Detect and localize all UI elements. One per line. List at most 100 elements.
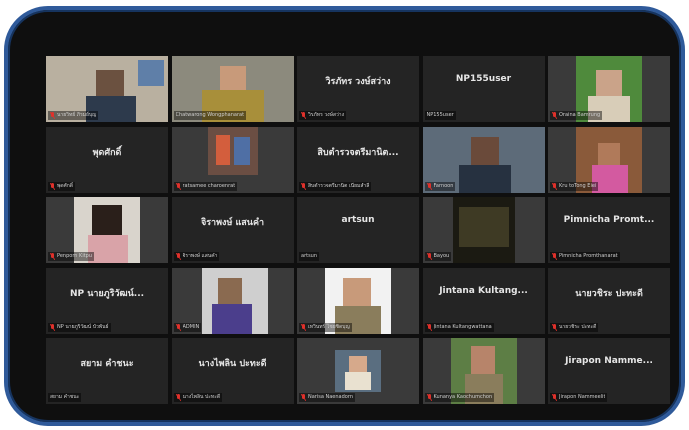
- participant-name: ratsamee charoenrat: [182, 182, 236, 189]
- participant-display-name: Pimnicha Promt...: [563, 215, 655, 225]
- participant-display-name: Jintana Kultang...: [439, 285, 528, 296]
- participant-tile[interactable]: Kru toTong Eiei: [548, 126, 670, 193]
- microphone-muted-icon: [426, 182, 432, 190]
- participant-name-label: จิราพงษ์ แสนคำ: [173, 252, 220, 261]
- participant-tile[interactable]: นายวิทย์ ภิรมย์บุญ: [46, 56, 168, 122]
- participant-video: [470, 346, 495, 374]
- participant-name-label: นางไพลิน ปะทะดี: [173, 393, 223, 402]
- participant-name: วิรภัทร วงษ์สว่าง: [308, 112, 345, 118]
- participant-name: Bayou: [433, 253, 450, 259]
- participant-display-name: NP นายภูริวัฒน์...: [69, 288, 145, 299]
- microphone-muted-icon: [301, 182, 306, 190]
- participant-name-label: Narisa Naenadorn: [299, 393, 355, 402]
- microphone-muted-icon: [426, 394, 432, 401]
- participant-tile[interactable]: artsun artsun: [297, 197, 419, 263]
- microphone-muted-icon: [301, 323, 306, 331]
- participant-tile[interactable]: Pimnicha Promt... Pimnicha Promthanarat: [548, 197, 670, 263]
- participant-name: Farnoon: [433, 182, 454, 189]
- participant-tile[interactable]: สิบตำรวจตรีมานิต... สิบตำรวจตรีมานิต เนีย…: [297, 126, 419, 193]
- participant-name: ADMIN: [182, 323, 200, 330]
- participant-video: [215, 134, 230, 165]
- microphone-muted-icon: [426, 323, 432, 331]
- participant-tile[interactable]: เทวินทร์ ไชยชิดบุญ: [297, 267, 419, 334]
- participant-tile[interactable]: ratsamee charoenrat: [171, 126, 294, 193]
- participant-name-label: Oraina Bamrung: [550, 111, 603, 120]
- participant-tile[interactable]: Farnoon: [422, 126, 545, 193]
- participant-name: NP155user: [426, 112, 454, 118]
- participant-display-name: Jirapon Namme...: [565, 356, 653, 366]
- participant-name: Oraina Bamrung: [559, 112, 601, 118]
- participant-video: [345, 372, 371, 390]
- participant-name: Jintana Kultangwattana: [433, 323, 492, 330]
- participant-video: [596, 70, 622, 98]
- participant-name: artsun: [301, 253, 318, 259]
- participant-name-label: Chatwarong Wongphanarat: [173, 111, 247, 120]
- microphone-muted-icon: [50, 112, 55, 119]
- participant-name-label: Kru toTong Eiei: [550, 181, 599, 191]
- participant-video: [92, 205, 122, 237]
- participant-name-label: Bayou: [424, 252, 452, 261]
- participant-name-label: Penporn Kitpu: [48, 252, 95, 261]
- participant-name: Penporn Kitpu: [57, 253, 93, 259]
- microphone-muted-icon: [50, 253, 55, 260]
- participant-tile[interactable]: NP นายภูริวัฒน์... NP นายภูริวัฒน์ บัวพัน…: [46, 267, 168, 334]
- participant-name: Jirapon Nammeelit: [559, 394, 606, 400]
- participant-tile[interactable]: Penporn Kitpu: [46, 197, 168, 263]
- microphone-muted-icon: [175, 323, 181, 331]
- participant-name-label: Pimnicha Promthanarat: [550, 252, 620, 261]
- participant-tile[interactable]: Chatwarong Wongphanarat: [171, 56, 294, 122]
- participant-video: [211, 303, 252, 334]
- participant-tile[interactable]: Jintana Kultang... Jintana Kultangwattana: [422, 267, 545, 334]
- participant-name-label: Kunanya Kaochumchon: [424, 393, 495, 402]
- participant-display-name: วิรภัทร วงษ์สว่าง: [325, 77, 391, 87]
- participant-name-label: เทวินทร์ ไชยชิดบุญ: [299, 322, 352, 332]
- participant-name-label: พุดศักดิ์: [48, 181, 75, 191]
- participant-name-label: นายวชิระ ปะทะดี: [550, 322, 599, 332]
- microphone-muted-icon: [175, 253, 181, 260]
- participant-display-name: พุดศักดิ์: [92, 147, 122, 158]
- participant-name: พุดศักดิ์: [57, 182, 73, 189]
- participant-name: เทวินทร์ ไชยชิดบุญ: [308, 323, 350, 330]
- participant-name: สิบตำรวจตรีมานิต เนียมสำลี: [308, 182, 370, 189]
- microphone-muted-icon: [301, 394, 306, 401]
- participant-tile[interactable]: นายวชิระ ปะทะดี นายวชิระ ปะทะดี: [548, 267, 670, 334]
- microphone-muted-icon: [50, 323, 55, 331]
- participant-name-label: Jintana Kultangwattana: [424, 322, 494, 332]
- participant-name-label: Farnoon: [424, 181, 456, 191]
- participant-tile[interactable]: จิราพงษ์ แสนคำ จิราพงษ์ แสนคำ: [171, 197, 294, 263]
- microphone-muted-icon: [552, 323, 557, 331]
- participant-tile[interactable]: Bayou: [422, 197, 545, 263]
- participant-video: [233, 136, 250, 165]
- participant-display-name: artsun: [341, 215, 375, 225]
- participant-name: นายวชิระ ปะทะดี: [559, 323, 597, 330]
- participant-tile[interactable]: ADMIN: [171, 267, 294, 334]
- participant-name-label: สยาม คำชนะ: [48, 393, 82, 402]
- participant-tile[interactable]: NP155user NP155user: [422, 56, 545, 122]
- participant-display-name: สยาม คำชนะ: [80, 359, 134, 369]
- participant-tile[interactable]: สยาม คำชนะ สยาม คำชนะ: [46, 338, 168, 404]
- microphone-muted-icon: [552, 394, 557, 401]
- participant-name: Kru toTong Eiei: [559, 182, 597, 189]
- participant-video: [138, 60, 164, 86]
- participant-tile[interactable]: Kunanya Kaochumchon: [422, 338, 545, 404]
- participant-video: [217, 277, 242, 304]
- microphone-muted-icon: [175, 182, 181, 190]
- participant-name: สยาม คำชนะ: [50, 394, 80, 400]
- participant-tile[interactable]: นางไพลิน ปะทะดี นางไพลิน ปะทะดี: [171, 338, 294, 404]
- participant-tile[interactable]: Jirapon Namme... Jirapon Nammeelit: [548, 338, 670, 404]
- participant-name-label: NP155user: [424, 111, 456, 120]
- participant-name: Kunanya Kaochumchon: [433, 394, 493, 400]
- participant-name: นายวิทย์ ภิรมย์บุญ: [57, 112, 97, 118]
- participant-tile[interactable]: พุดศักดิ์ พุดศักดิ์: [46, 126, 168, 193]
- participant-name: NP นายภูริวัฒน์ บัวพันธ์: [57, 323, 109, 330]
- participant-tile[interactable]: วิรภัทร วงษ์สว่าง วิรภัทร วงษ์สว่าง: [297, 56, 419, 122]
- participant-tile[interactable]: Narisa Naenadorn: [297, 338, 419, 404]
- participant-gallery-grid: นายวิทย์ ภิรมย์บุญ Chatwarong Wongphanara…: [46, 56, 670, 404]
- participant-display-name: NP155user: [455, 74, 512, 84]
- participant-video: [219, 66, 246, 92]
- meeting-screen-frame: นายวิทย์ ภิรมย์บุญ Chatwarong Wongphanara…: [4, 6, 685, 426]
- microphone-muted-icon: [552, 112, 557, 119]
- participant-tile[interactable]: Oraina Bamrung: [548, 56, 670, 122]
- participant-video: [598, 142, 620, 167]
- participant-display-name: นายวชิระ ปะทะดี: [575, 288, 643, 299]
